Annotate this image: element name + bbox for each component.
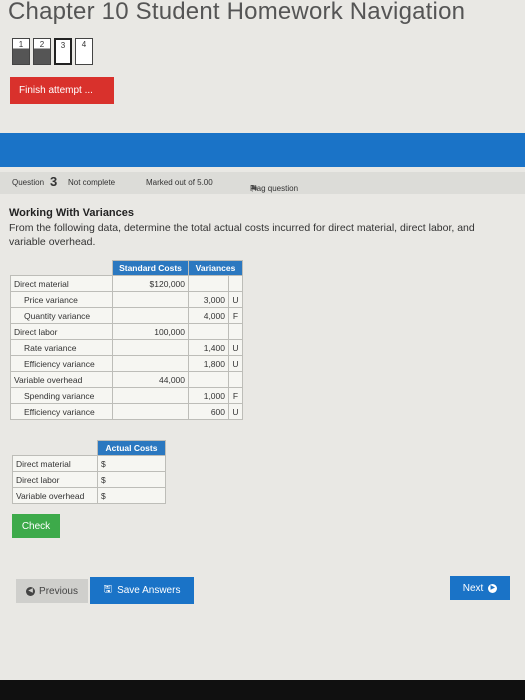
row-label: Direct labor — [12, 471, 98, 488]
save-icon: 🖫 — [103, 584, 113, 595]
question-status: Not complete — [68, 178, 116, 187]
table-row: Variable overhead 44,000 — [10, 371, 243, 388]
currency-prefix: $ — [101, 490, 106, 501]
variance-type-cell: U — [228, 355, 243, 372]
question-info-bar: Question 3 Not complete Marked out of 5.… — [0, 172, 525, 194]
table-row: Efficiency variance 1,800 U — [10, 355, 243, 372]
standard-cost-cell — [112, 355, 189, 372]
variance-cell: 1,000 — [188, 387, 229, 404]
header-actual-costs: Actual Costs — [97, 440, 166, 456]
table-row: Direct material $120,000 — [10, 275, 243, 292]
standard-cost-cell — [112, 339, 189, 356]
row-label: Spending variance — [10, 387, 113, 404]
variance-type-cell: U — [228, 403, 243, 420]
question-heading: Working With Variances — [9, 207, 135, 219]
row-label: Efficiency variance — [10, 403, 113, 420]
row-label: Rate variance — [10, 339, 113, 356]
header-standard-costs: Standard Costs — [112, 260, 189, 276]
table-row: Spending variance 1,000 F — [10, 387, 243, 404]
variance-cell — [188, 323, 229, 340]
variance-cell: 1,400 — [188, 339, 229, 356]
standard-cost-cell: 100,000 — [112, 323, 189, 340]
variance-type-cell — [228, 323, 243, 340]
table-header-row: Standard Costs Variances — [11, 260, 243, 276]
question-prefix: Question — [12, 178, 45, 187]
actual-costs-table: Actual Costs Direct material $ Direct la… — [12, 440, 166, 504]
variance-type-cell: F — [228, 387, 243, 404]
nav-block-3[interactable]: 3 — [54, 38, 72, 65]
row-label: Direct material — [12, 455, 98, 472]
standard-cost-cell — [112, 403, 189, 420]
question-content: Working With Variances From the followin… — [9, 207, 514, 249]
nav-block-number: 2 — [39, 40, 45, 49]
variance-cell: 1,800 — [188, 355, 229, 372]
nav-block-number: 1 — [18, 40, 24, 49]
table-row: Variable overhead $ — [12, 487, 166, 504]
table-row: Rate variance 1,400 U — [10, 339, 243, 356]
row-label: Efficiency variance — [10, 355, 113, 372]
variable-overhead-input[interactable]: $ — [97, 487, 166, 504]
variance-cell: 600 — [188, 403, 229, 420]
variance-type-cell: U — [228, 291, 243, 308]
variance-data-table: Standard Costs Variances Direct material… — [10, 260, 243, 420]
standard-cost-cell — [112, 291, 189, 308]
table-row: Efficiency variance 600 U — [10, 403, 243, 420]
nav-block-number: 3 — [60, 41, 66, 50]
page-title: Chapter 10 Student Homework Navigation — [8, 0, 466, 25]
row-label: Quantity variance — [10, 307, 113, 324]
next-button[interactable]: Next ▶ — [450, 576, 510, 600]
flag-question-label: Flag question — [250, 184, 299, 193]
previous-label: Previous — [39, 585, 78, 597]
question-number: 3 — [50, 174, 58, 189]
question-prompt: From the following data, determine the t… — [9, 222, 475, 248]
table-row: Direct labor $ — [12, 471, 166, 488]
standard-cost-cell — [112, 307, 189, 324]
row-label: Variable overhead — [12, 487, 98, 504]
previous-button[interactable]: ◀ Previous — [16, 579, 88, 603]
header-blank — [13, 441, 98, 456]
table-header-row: Actual Costs — [13, 440, 166, 456]
nav-block-2[interactable]: 2 — [33, 38, 51, 65]
variance-type-cell — [228, 371, 243, 388]
variance-type-cell: U — [228, 339, 243, 356]
row-label: Price variance — [10, 291, 113, 308]
row-label: Direct labor — [10, 323, 113, 340]
question-navigation: 1 2 3 4 — [12, 38, 93, 65]
row-label: Variable overhead — [10, 371, 113, 388]
table-row: Direct material $ — [12, 455, 166, 472]
chevron-right-icon: ▶ — [488, 583, 498, 593]
check-button[interactable]: Check — [12, 514, 60, 538]
variance-cell: 4,000 — [188, 307, 229, 324]
next-label: Next — [462, 582, 484, 594]
header-blank — [11, 261, 113, 276]
save-answers-button[interactable]: 🖫 Save Answers — [90, 577, 194, 604]
direct-material-input[interactable]: $ — [97, 455, 166, 472]
variance-type-cell: F — [228, 307, 243, 324]
currency-prefix: $ — [101, 474, 106, 485]
variance-cell — [188, 275, 229, 292]
variance-cell: 3,000 — [188, 291, 229, 308]
header-variances: Variances — [188, 260, 243, 276]
nav-block-4[interactable]: 4 — [75, 38, 93, 65]
header-bar — [0, 133, 525, 167]
direct-labor-input[interactable]: $ — [97, 471, 166, 488]
table-row: Direct labor 100,000 — [10, 323, 243, 340]
table-row: Price variance 3,000 U — [10, 291, 243, 308]
row-label: Direct material — [10, 275, 113, 292]
nav-block-number: 4 — [81, 40, 87, 49]
standard-cost-cell: $120,000 — [112, 275, 189, 292]
currency-prefix: $ — [101, 458, 106, 469]
variance-cell — [188, 371, 229, 388]
variance-type-cell — [228, 275, 243, 292]
nav-block-1[interactable]: 1 — [12, 38, 30, 65]
chevron-left-icon: ◀ — [26, 586, 36, 596]
standard-cost-cell: 44,000 — [112, 371, 189, 388]
question-marks: Marked out of 5.00 — [146, 178, 213, 187]
finish-attempt-button[interactable]: Finish attempt ... — [10, 77, 114, 104]
bottom-bar — [0, 680, 525, 700]
save-answers-label: Save Answers — [117, 585, 181, 596]
table-row: Quantity variance 4,000 F — [10, 307, 243, 324]
standard-cost-cell — [112, 387, 189, 404]
